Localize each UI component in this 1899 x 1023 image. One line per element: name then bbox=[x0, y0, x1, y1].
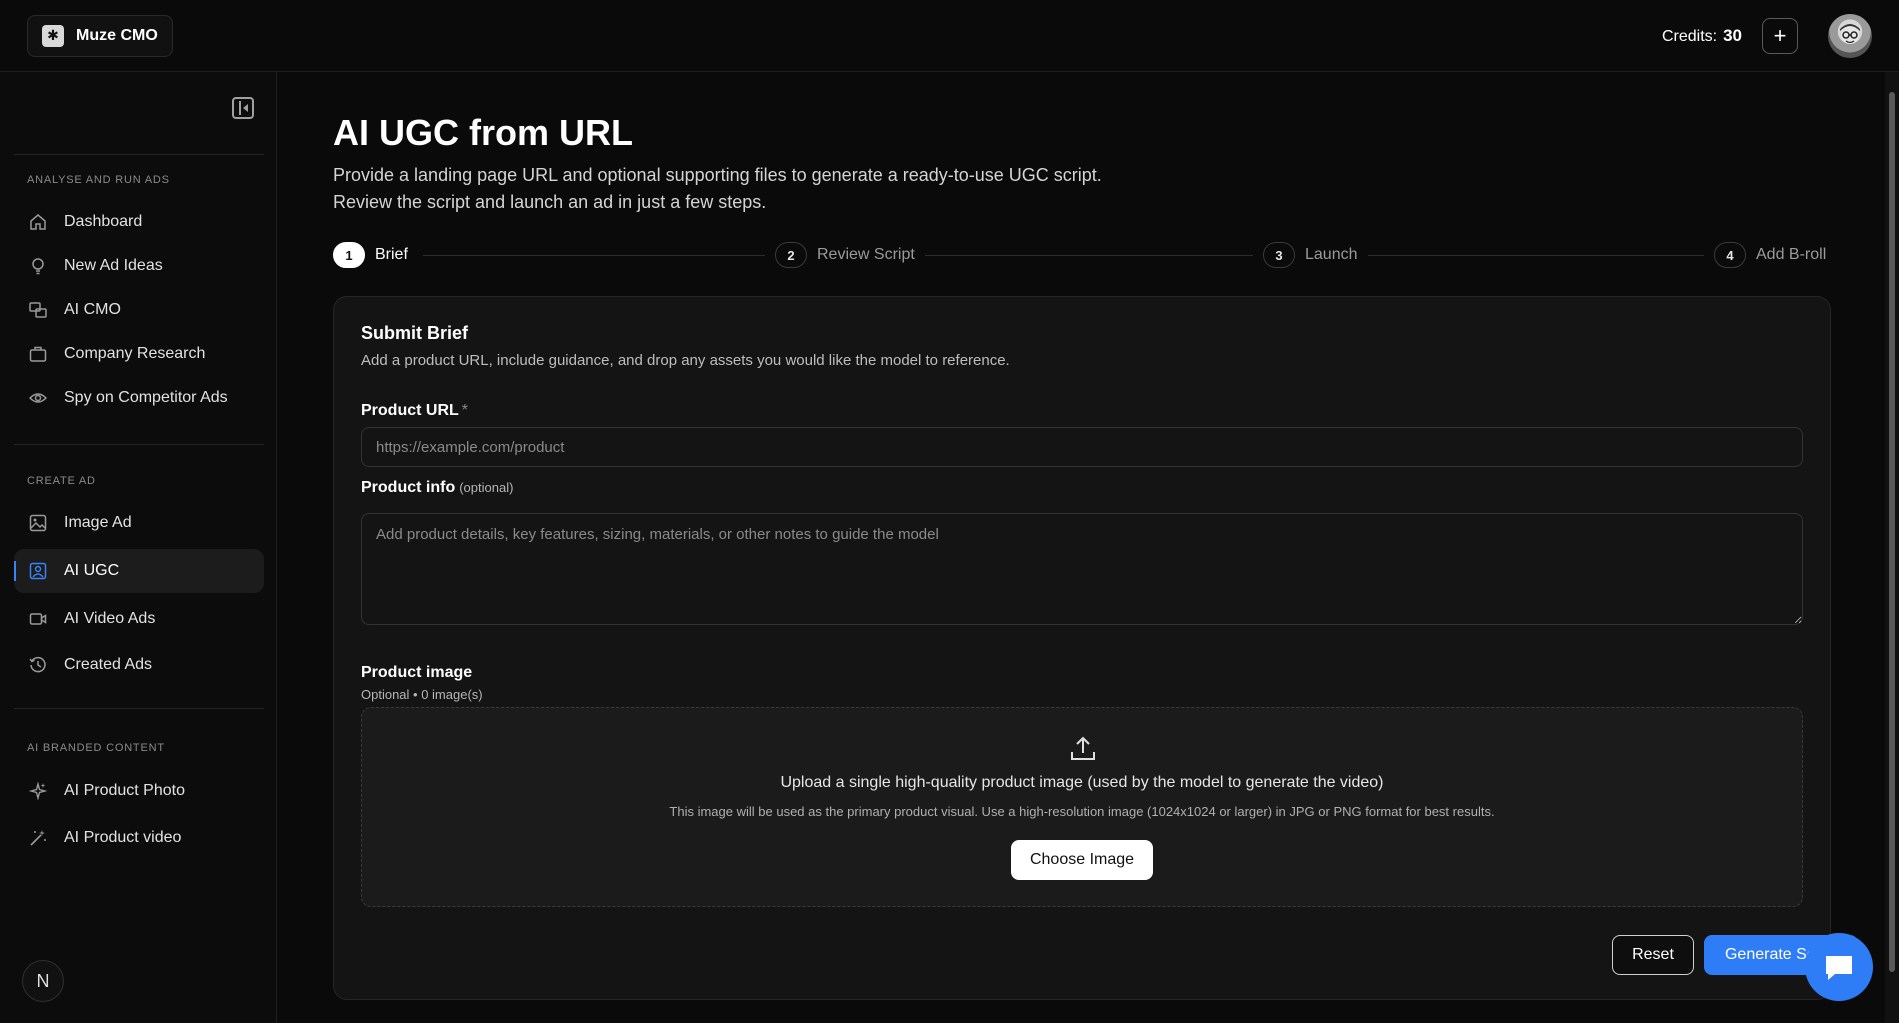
home-icon bbox=[28, 212, 48, 232]
sidebar-item-ai-product-photo[interactable]: AI Product Photo bbox=[14, 769, 264, 813]
product-url-label-text: Product URL bbox=[361, 402, 459, 419]
sidebar-item-ai-product-video[interactable]: AI Product video bbox=[14, 816, 264, 860]
brand-logo-icon: ✱ bbox=[42, 24, 64, 47]
main-content: AI UGC from URL Provide a landing page U… bbox=[278, 72, 1888, 1023]
image-icon bbox=[28, 513, 48, 533]
sidebar-item-ai-ugc[interactable]: AI UGC bbox=[14, 549, 264, 593]
step-label: Brief bbox=[375, 246, 408, 263]
step-number: 1 bbox=[333, 242, 365, 268]
sidebar-item-ai-cmo[interactable]: AI CMO bbox=[14, 288, 264, 332]
sidebar-item-label: Spy on Competitor Ads bbox=[64, 389, 228, 406]
sidebar-item-label: AI Product video bbox=[64, 829, 182, 846]
product-image-count: Optional • 0 image(s) bbox=[361, 687, 483, 702]
eye-icon bbox=[28, 388, 48, 408]
reset-button[interactable]: Reset bbox=[1612, 935, 1694, 975]
credits-value: 30 bbox=[1723, 25, 1742, 45]
user-avatar[interactable] bbox=[1828, 13, 1872, 58]
sidebar-item-label: Created Ads bbox=[64, 656, 153, 673]
scrollbar[interactable] bbox=[1885, 72, 1899, 1023]
credits-label: Credits: bbox=[1661, 27, 1718, 45]
card-subtitle: Add a product URL, include guidance, and… bbox=[361, 352, 1010, 369]
step-number: 4 bbox=[1714, 242, 1746, 268]
dropzone-hint: This image will be used as the primary p… bbox=[669, 804, 1495, 819]
sidebar-item-ai-video-ads[interactable]: AI Video Ads bbox=[14, 597, 264, 641]
section-label-create-ad: CREATE AD bbox=[27, 475, 96, 487]
sidebar-item-image-ad[interactable]: Image Ad bbox=[14, 501, 264, 545]
chat-bubbles-icon bbox=[28, 300, 48, 320]
sidebar-divider bbox=[14, 444, 264, 445]
sidebar-collapse-icon[interactable] bbox=[232, 97, 254, 119]
top-right-controls: Credits: 30 + bbox=[1662, 13, 1872, 58]
scrollbar-thumb[interactable] bbox=[1889, 92, 1895, 972]
step-brief[interactable]: 1 Brief bbox=[333, 242, 418, 268]
product-url-input[interactable] bbox=[361, 427, 1803, 467]
step-label: Review Script bbox=[817, 246, 915, 263]
sidebar-item-label: Dashboard bbox=[64, 213, 143, 230]
brand-name: Muze CMO bbox=[76, 26, 158, 44]
avatar-face-icon bbox=[1840, 23, 1860, 44]
credits-display: Credits: 30 bbox=[1662, 26, 1742, 46]
section-label-branded-content: AI BRANDED CONTENT bbox=[27, 742, 165, 754]
page-description: Provide a landing page URL and optional … bbox=[333, 165, 1102, 212]
step-add-b-roll[interactable]: 4 Add B-roll bbox=[1704, 242, 1827, 268]
choose-image-button[interactable]: Choose Image bbox=[1011, 840, 1153, 880]
chat-icon bbox=[1826, 956, 1852, 980]
sidebar-item-company-research[interactable]: Company Research bbox=[14, 332, 264, 376]
sidebar-divider bbox=[14, 154, 264, 155]
briefcase-icon bbox=[28, 344, 48, 364]
product-image-label: Product image bbox=[361, 664, 473, 681]
footer-badge[interactable]: N bbox=[22, 960, 64, 1002]
section-label-analyse: ANALYSE AND RUN ADS bbox=[27, 174, 170, 186]
product-info-label: Product info (optional) bbox=[361, 479, 513, 497]
brand-button[interactable]: ✱ Muze CMO bbox=[27, 14, 173, 57]
optional-tag: (optional) bbox=[459, 480, 514, 495]
chat-support-button[interactable] bbox=[1805, 933, 1873, 1001]
image-dropzone[interactable]: Upload a single high-quality product ima… bbox=[361, 707, 1803, 907]
step-number: 2 bbox=[775, 242, 807, 268]
sidebar-item-label: AI CMO bbox=[64, 301, 121, 318]
lightbulb-icon bbox=[28, 256, 48, 276]
step-launch[interactable]: 3 Launch bbox=[1253, 242, 1368, 268]
sidebar-item-label: AI UGC bbox=[64, 562, 120, 579]
history-icon bbox=[28, 655, 48, 675]
step-number: 3 bbox=[1263, 242, 1295, 268]
page-title: AI UGC from URL bbox=[333, 112, 633, 153]
required-mark: * bbox=[461, 402, 469, 419]
sidebar-item-label: Image Ad bbox=[64, 514, 132, 531]
sidebar-item-created-ads[interactable]: Created Ads bbox=[14, 643, 264, 687]
product-info-label-text: Product info bbox=[361, 479, 456, 496]
product-info-textarea[interactable] bbox=[361, 513, 1803, 625]
sidebar-item-label: AI Product Photo bbox=[64, 782, 185, 799]
sidebar-item-label: AI Video Ads bbox=[64, 610, 156, 627]
sidebar-item-label: New Ad Ideas bbox=[64, 257, 163, 274]
user-square-icon bbox=[28, 561, 48, 581]
sidebar-item-spy-competitor-ads[interactable]: Spy on Competitor Ads bbox=[14, 376, 264, 420]
sidebar-item-dashboard[interactable]: Dashboard bbox=[14, 200, 264, 244]
sidebar-divider bbox=[14, 708, 264, 709]
dropzone-title: Upload a single high-quality product ima… bbox=[780, 774, 1384, 791]
submit-brief-card: Submit Brief Add a product URL, include … bbox=[333, 296, 1858, 1000]
card-title: Submit Brief bbox=[361, 323, 469, 343]
video-camera-icon bbox=[28, 609, 48, 629]
step-label: Launch bbox=[1305, 246, 1358, 263]
step-review-script[interactable]: 2 Review Script bbox=[765, 242, 925, 268]
magic-wand-icon bbox=[28, 828, 48, 848]
top-bar: ✱ Muze CMO Credits: 30 + bbox=[0, 0, 1899, 72]
step-label: Add B-roll bbox=[1756, 246, 1827, 263]
sparkles-icon bbox=[28, 781, 48, 801]
product-url-label: Product URL * bbox=[361, 402, 468, 420]
add-credits-button[interactable]: + bbox=[1762, 17, 1798, 54]
upload-icon bbox=[1068, 734, 1098, 764]
stepper: 1 Brief 2 Review Script 3 Launch 4 Add B… bbox=[333, 242, 1831, 272]
sidebar: ANALYSE AND RUN ADS Dashboard New Ad Ide… bbox=[0, 72, 277, 1023]
sidebar-item-new-ad-ideas[interactable]: New Ad Ideas bbox=[14, 244, 264, 288]
sidebar-item-label: Company Research bbox=[64, 345, 206, 362]
